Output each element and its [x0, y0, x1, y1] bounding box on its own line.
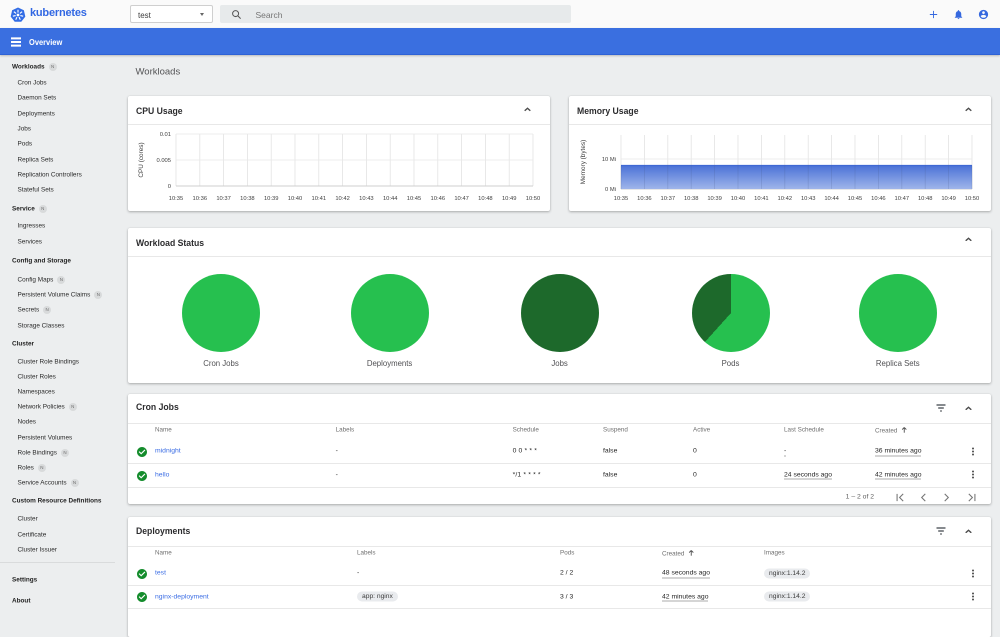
svg-text:10:46: 10:46: [871, 196, 886, 202]
svg-text:10:43: 10:43: [359, 196, 374, 202]
svg-text:10:38: 10:38: [684, 196, 699, 202]
svg-text:10:49: 10:49: [502, 196, 517, 202]
svg-text:10:41: 10:41: [312, 196, 327, 202]
svg-text:0: 0: [168, 184, 171, 190]
svg-text:10:42: 10:42: [335, 196, 350, 202]
svg-text:10:44: 10:44: [383, 196, 398, 202]
svg-text:10:35: 10:35: [614, 196, 629, 202]
svg-text:10:40: 10:40: [288, 196, 303, 202]
svg-text:10:36: 10:36: [637, 196, 652, 202]
svg-text:10:49: 10:49: [941, 196, 956, 202]
svg-text:0.005: 0.005: [156, 158, 171, 164]
svg-text:10:48: 10:48: [478, 196, 493, 202]
svg-text:10:35: 10:35: [169, 196, 184, 202]
svg-text:0.01: 0.01: [160, 132, 171, 138]
svg-text:10:45: 10:45: [407, 196, 422, 202]
svg-text:10:45: 10:45: [848, 196, 863, 202]
svg-text:CPU (cores): CPU (cores): [138, 142, 145, 177]
svg-text:10:42: 10:42: [778, 196, 793, 202]
svg-text:10:50: 10:50: [526, 196, 541, 202]
svg-text:10:40: 10:40: [731, 196, 746, 202]
svg-text:10:46: 10:46: [431, 196, 446, 202]
svg-text:10:50: 10:50: [965, 196, 980, 202]
svg-text:10:38: 10:38: [240, 196, 255, 202]
svg-text:10:43: 10:43: [801, 196, 816, 202]
svg-text:10:37: 10:37: [216, 196, 231, 202]
svg-text:10:44: 10:44: [824, 196, 839, 202]
svg-text:Memory (bytes): Memory (bytes): [580, 140, 587, 184]
svg-text:10:37: 10:37: [661, 196, 676, 202]
svg-text:10:47: 10:47: [454, 196, 469, 202]
svg-text:0 Mi: 0 Mi: [605, 187, 616, 193]
svg-text:10 Mi: 10 Mi: [602, 157, 616, 163]
svg-text:10:41: 10:41: [754, 196, 769, 202]
svg-text:10:47: 10:47: [895, 196, 910, 202]
svg-text:10:39: 10:39: [707, 196, 722, 202]
svg-text:10:36: 10:36: [193, 196, 208, 202]
svg-text:10:48: 10:48: [918, 196, 933, 202]
svg-text:10:39: 10:39: [264, 196, 279, 202]
